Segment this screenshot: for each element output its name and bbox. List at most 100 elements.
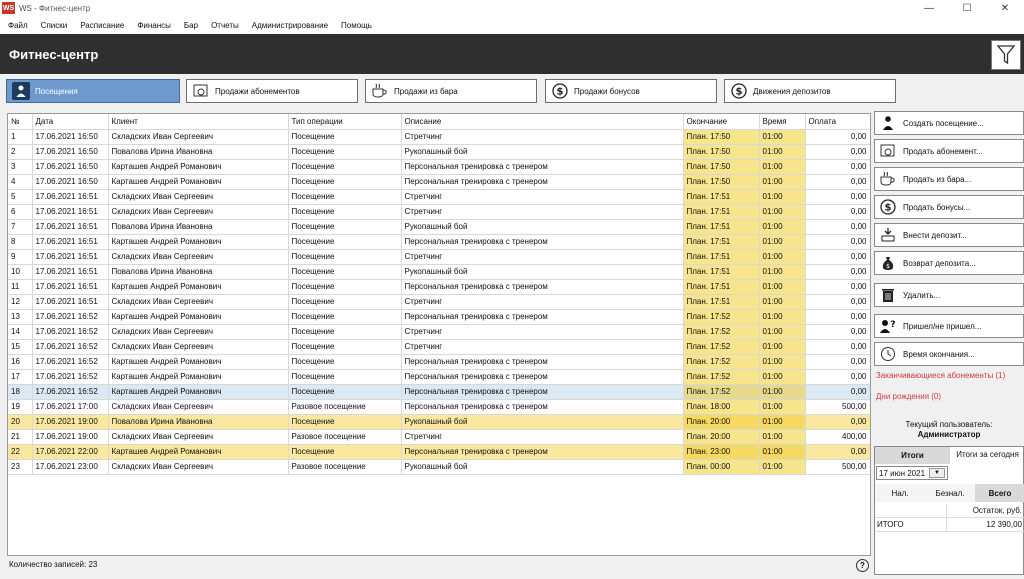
- cell-number: 19: [8, 399, 33, 415]
- table-row[interactable]: 17 17.06.2021 16:52 Карташев Андрей Романо…: [8, 369, 870, 385]
- tab-deposit-movements[interactable]: $ Движения депозитов: [724, 79, 896, 103]
- table-row[interactable]: 10 17.06.2021 16:51 Повалова Ирина Ивановн…: [8, 264, 870, 280]
- table-row[interactable]: 3 17.06.2021 16:50 Карташев Андрей Романов…: [8, 159, 870, 175]
- sell-bonus-button[interactable]: $ Продать бонусы...: [874, 195, 1024, 219]
- cell-date: 17.06.2021 16:52: [32, 309, 109, 325]
- col-time[interactable]: Время: [759, 114, 806, 130]
- menu-lists[interactable]: Списки: [41, 21, 68, 30]
- col-description[interactable]: Описание: [401, 114, 684, 130]
- cell-end: План. 17:51: [683, 294, 760, 310]
- col-date[interactable]: Дата: [32, 114, 109, 130]
- cell-number: 16: [8, 354, 33, 370]
- menu-schedule[interactable]: Расписание: [80, 21, 124, 30]
- cell-end: План. 17:52: [683, 324, 760, 340]
- birthdays-link[interactable]: Дни рождения (0): [876, 392, 941, 401]
- tab-label: Движения депозитов: [753, 86, 831, 96]
- cell-date: 17.06.2021 16:52: [32, 324, 109, 340]
- tab-today-totals[interactable]: Итоги за сегодня: [950, 449, 1024, 479]
- totals-row-label: ИТОГО: [875, 518, 947, 531]
- table-row[interactable]: 16 17.06.2021 16:52 Карташев Андрей Романо…: [8, 354, 870, 370]
- deposit-button[interactable]: Внести депозит...: [874, 223, 1024, 247]
- return-deposit-button[interactable]: $ Возврат депозита...: [874, 251, 1024, 275]
- tab-bar-sales[interactable]: Продажи из бара: [365, 79, 537, 103]
- menu-admin[interactable]: Администрирование: [252, 21, 328, 30]
- close-button[interactable]: ✕: [986, 0, 1024, 16]
- table-row[interactable]: 18 17.06.2021 16:52 Карташев Андрей Романо…: [8, 384, 870, 400]
- table-row[interactable]: 4 17.06.2021 16:50 Карташев Андрей Романов…: [8, 174, 870, 190]
- sell-subscription-button[interactable]: Продать абонемент...: [874, 139, 1024, 163]
- cell-number: 23: [8, 459, 33, 475]
- table-row[interactable]: 21 17.06.2021 19:00 Складских Иван Сергеев…: [8, 429, 870, 445]
- col-operation[interactable]: Тип операции: [288, 114, 402, 130]
- cell-end: План. 17:52: [683, 309, 760, 325]
- table-row[interactable]: 14 17.06.2021 16:52 Складских Иван Сергеев…: [8, 324, 870, 340]
- table-row[interactable]: 1 17.06.2021 16:50 Складских Иван Сергееви…: [8, 129, 870, 145]
- table-row[interactable]: 13 17.06.2021 16:52 Карташев Андрей Романо…: [8, 309, 870, 325]
- tab-noncash[interactable]: Безнал.: [925, 484, 975, 502]
- menu-bar-sales[interactable]: Бар: [184, 21, 198, 30]
- cell-end: План. 20:00: [683, 414, 760, 430]
- col-end[interactable]: Окончание: [683, 114, 760, 130]
- menu-help[interactable]: Помощь: [341, 21, 372, 30]
- cell-client: Складских Иван Сергеевич: [108, 294, 289, 310]
- maximize-button[interactable]: ☐: [948, 0, 986, 16]
- tab-total[interactable]: Всего: [975, 484, 1024, 502]
- tab-bonus-sales[interactable]: $ Продажи бонусов: [545, 79, 717, 103]
- cell-description: Персональная тренировка с тренером: [401, 369, 684, 385]
- table-row[interactable]: 23 17.06.2021 23:00 Складских Иван Сергеев…: [8, 459, 870, 475]
- table-row[interactable]: 19 17.06.2021 17:00 Складских Иван Сергеев…: [8, 399, 870, 415]
- attendance-button[interactable]: ? Пришел/не пришел...: [874, 314, 1024, 338]
- col-number[interactable]: №: [8, 114, 33, 130]
- tab-cash[interactable]: Нал.: [875, 484, 925, 502]
- cell-operation: Посещение: [288, 204, 402, 220]
- delete-button[interactable]: Удалить...: [874, 283, 1024, 307]
- cell-client: Карташев Андрей Романович: [108, 384, 289, 400]
- table-row[interactable]: 12 17.06.2021 16:51 Складских Иван Сергеев…: [8, 294, 870, 310]
- app-icon: WS: [2, 2, 15, 14]
- table-row[interactable]: 2 17.06.2021 16:50 Повалова Ирина Ивановна…: [8, 144, 870, 160]
- tab-subscription-sales[interactable]: Продажи абонементов: [186, 79, 358, 103]
- cell-end: План. 17:52: [683, 369, 760, 385]
- table-row[interactable]: 7 17.06.2021 16:51 Повалова Ирина Ивановна…: [8, 219, 870, 235]
- cell-operation: Посещение: [288, 354, 402, 370]
- menu-finance[interactable]: Финансы: [137, 21, 171, 30]
- cell-time: 01:00: [759, 354, 806, 370]
- cell-end: План. 17:51: [683, 234, 760, 250]
- date-value: 17 июн 2021: [879, 468, 926, 478]
- filter-button[interactable]: [991, 40, 1021, 70]
- create-visit-button[interactable]: Создать посещение...: [874, 111, 1024, 135]
- cell-operation: Посещение: [288, 309, 402, 325]
- table-row[interactable]: 22 17.06.2021 22:00 Карташев Андрей Романо…: [8, 444, 870, 460]
- table-row[interactable]: 11 17.06.2021 16:51 Карташев Андрей Романо…: [8, 279, 870, 295]
- minimize-button[interactable]: —: [910, 0, 948, 16]
- totals-header-row: Остаток, руб.: [875, 504, 1024, 518]
- menu-reports[interactable]: Отчеты: [211, 21, 239, 30]
- cell-time: 01:00: [759, 129, 806, 145]
- table-row[interactable]: 20 17.06.2021 19:00 Повалова Ирина Ивановн…: [8, 414, 870, 430]
- totals-panel: Итоги Итоги за сегодня 17 июн 2021 ▼ Нал…: [874, 446, 1024, 575]
- table-row[interactable]: 8 17.06.2021 16:51 Карташев Андрей Романов…: [8, 234, 870, 250]
- table-row[interactable]: 6 17.06.2021 16:51 Складских Иван Сергееви…: [8, 204, 870, 220]
- tab-totals[interactable]: Итоги: [875, 447, 950, 464]
- cell-time: 01:00: [759, 249, 806, 265]
- sell-bar-button[interactable]: Продать из бара...: [874, 167, 1024, 191]
- cell-end: План. 17:51: [683, 249, 760, 265]
- menu-file[interactable]: Файл: [8, 21, 28, 30]
- table-row[interactable]: 15 17.06.2021 16:52 Складских Иван Сергеев…: [8, 339, 870, 355]
- table-row[interactable]: 5 17.06.2021 16:51 Складских Иван Сергееви…: [8, 189, 870, 205]
- table-row[interactable]: 9 17.06.2021 16:51 Складских Иван Сергееви…: [8, 249, 870, 265]
- help-icon[interactable]: ?: [856, 559, 869, 572]
- date-picker[interactable]: 17 июн 2021 ▼: [876, 466, 948, 480]
- cell-client: Карташев Андрей Романович: [108, 354, 289, 370]
- col-client[interactable]: Клиент: [108, 114, 289, 130]
- cell-date: 17.06.2021 16:51: [32, 294, 109, 310]
- cell-description: Персональная тренировка с тренером: [401, 234, 684, 250]
- end-time-button[interactable]: Время окончания...: [874, 342, 1024, 366]
- expiring-subscriptions-link[interactable]: Заканчивающиеся абонементы (1): [876, 371, 1005, 380]
- calendar-icon[interactable]: ▼: [929, 468, 945, 478]
- action-label: Удалить...: [903, 290, 941, 300]
- tab-visits[interactable]: Посещения: [6, 79, 180, 103]
- svg-text:$: $: [557, 87, 564, 98]
- col-payment[interactable]: Оплата: [805, 114, 870, 130]
- cell-operation: Разовое посещение: [288, 459, 402, 475]
